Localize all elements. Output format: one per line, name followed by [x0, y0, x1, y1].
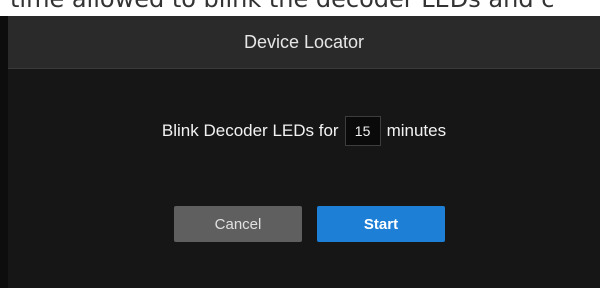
cancel-button[interactable]: Cancel	[174, 206, 302, 242]
blink-prompt-row: Blink Decoder LEDs for minutes	[8, 112, 600, 150]
prompt-suffix-label: minutes	[386, 121, 447, 140]
dialog-header: Device Locator	[8, 16, 600, 69]
backdrop-left-edge	[0, 16, 8, 288]
start-button[interactable]: Start	[317, 206, 445, 242]
prompt-prefix-label: Blink Decoder LEDs for	[161, 121, 339, 140]
dialog-title: Device Locator	[243, 32, 365, 52]
background-document-text: time allowed to blink the decoder LEDs a…	[10, 0, 554, 13]
background-document-strip: time allowed to blink the decoder LEDs a…	[0, 0, 600, 16]
minutes-input[interactable]	[344, 116, 381, 146]
device-locator-dialog: Device Locator Blink Decoder LEDs for mi…	[8, 16, 600, 288]
